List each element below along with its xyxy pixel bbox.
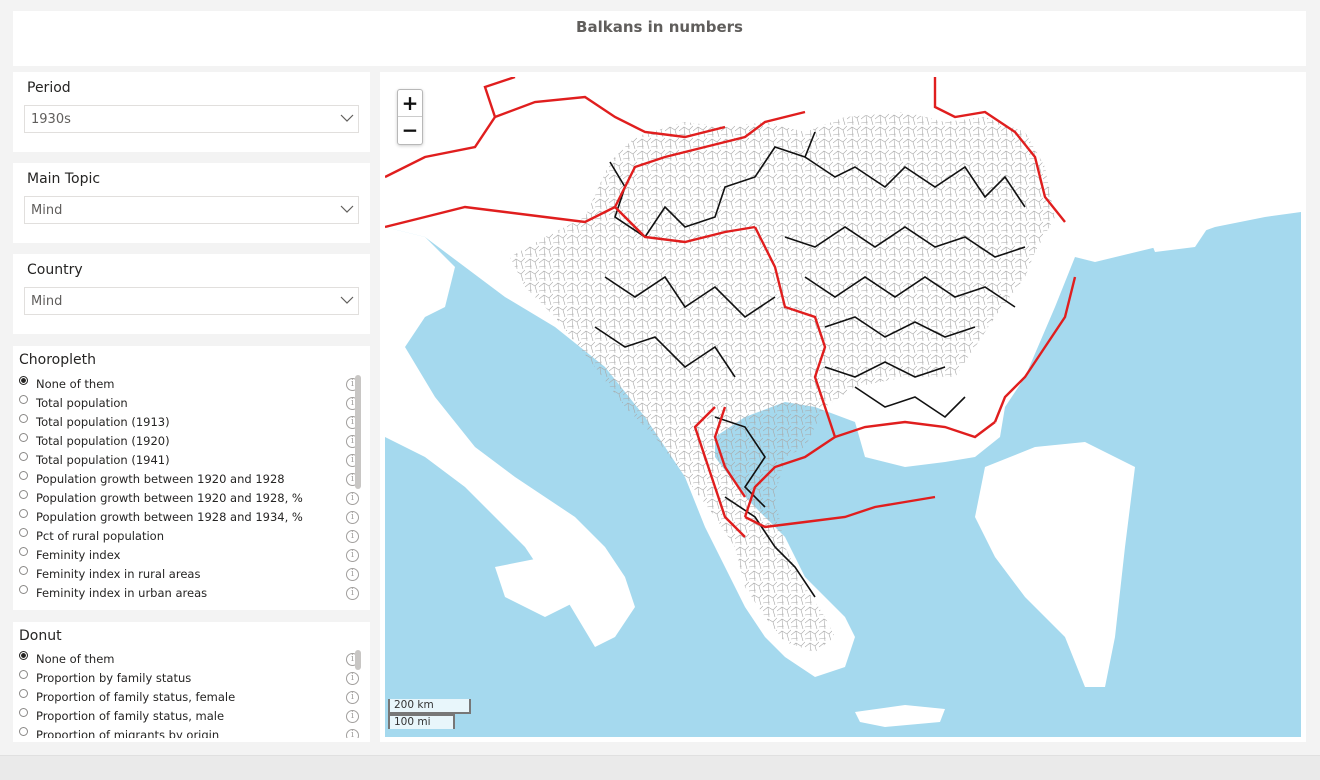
choropleth-option-label: Feminity index in rural areas: [36, 566, 201, 581]
donut-option[interactable]: Proportion of migrants by origin i: [19, 725, 370, 738]
radio-button-icon[interactable]: [19, 689, 28, 698]
period-label: Period: [27, 80, 71, 96]
country-value: Mind: [31, 294, 63, 309]
scale-mi: 100 mi: [388, 714, 455, 729]
choropleth-option-label: Feminity index in urban areas: [36, 585, 208, 600]
info-icon[interactable]: i: [346, 672, 359, 685]
radio-button-icon[interactable]: [19, 414, 28, 423]
choropleth-option-label: Population growth between 1920 and 1928,…: [36, 490, 303, 505]
radio-button-icon[interactable]: [19, 670, 28, 679]
choropleth-option-label: Total population: [36, 395, 128, 410]
info-icon[interactable]: i: [346, 549, 359, 562]
map-visual: + − 200 km 100 mi: [380, 72, 1306, 742]
choropleth-option[interactable]: Population growth between 1920 and 1928,…: [19, 488, 370, 507]
choropleth-option-label: Pct of rural population: [36, 528, 164, 543]
radio-button-icon[interactable]: [19, 651, 28, 660]
choropleth-option-label: Total population (1941): [36, 452, 170, 467]
choropleth-option[interactable]: Population growth between 1920 and 1928 i: [19, 469, 370, 488]
radio-button-icon[interactable]: [19, 395, 28, 404]
choropleth-option-label: Total population (1913): [36, 414, 170, 429]
choropleth-option-label: Total population (1920): [36, 433, 170, 448]
map-scale: 200 km 100 mi: [388, 699, 471, 729]
period-value: 1930s: [31, 112, 71, 127]
choropleth-option-label: None of them: [36, 376, 115, 391]
info-icon[interactable]: i: [346, 492, 359, 505]
donut-scrollbar[interactable]: [355, 650, 361, 670]
radio-button-icon[interactable]: [19, 547, 28, 556]
choropleth-option[interactable]: Total population (1913) i: [19, 412, 370, 431]
choropleth-option[interactable]: Feminity index in rural areas i: [19, 564, 370, 583]
country-label: Country: [27, 262, 83, 278]
choropleth-scrollbar[interactable]: [355, 375, 361, 489]
zoom-in-button[interactable]: +: [398, 90, 422, 117]
main-topic-dropdown[interactable]: Mind: [24, 196, 359, 224]
radio-button-icon[interactable]: [19, 708, 28, 717]
radio-button-icon[interactable]: [19, 452, 28, 461]
country-dropdown[interactable]: Mind: [24, 287, 359, 315]
zoom-control: + −: [397, 89, 423, 145]
radio-button-icon[interactable]: [19, 509, 28, 518]
donut-option-label: None of them: [36, 651, 115, 666]
scale-km: 200 km: [388, 699, 471, 714]
choropleth-options: None of them i Total population i Total popu…: [19, 374, 370, 604]
info-icon[interactable]: i: [346, 511, 359, 524]
radio-button-icon[interactable]: [19, 490, 28, 499]
donut-option-label: Proportion of family status, male: [36, 708, 225, 723]
main-topic-value: Mind: [31, 203, 63, 218]
donut-option[interactable]: Proportion of family status, male i: [19, 706, 370, 725]
chevron-down-icon: [340, 114, 354, 122]
choropleth-option[interactable]: Feminity index i: [19, 545, 370, 564]
choropleth-option[interactable]: Total population (1920) i: [19, 431, 370, 450]
donut-heading: Donut: [19, 628, 62, 644]
donut-slicer: Donut None of them i Proportion by family …: [13, 622, 370, 742]
donut-option[interactable]: Proportion of family status, female i: [19, 687, 370, 706]
choropleth-option-label: Feminity index: [36, 547, 121, 562]
choropleth-option[interactable]: Total population i: [19, 393, 370, 412]
report-header: Balkans in numbers: [13, 11, 1306, 66]
choropleth-option[interactable]: Pct of rural population i: [19, 526, 370, 545]
radio-button-icon[interactable]: [19, 727, 28, 736]
period-dropdown[interactable]: 1930s: [24, 105, 359, 133]
page-footer: [0, 755, 1320, 780]
info-icon[interactable]: i: [346, 729, 359, 738]
main-topic-label: Main Topic: [27, 171, 101, 187]
radio-button-icon[interactable]: [19, 433, 28, 442]
radio-button-icon[interactable]: [19, 566, 28, 575]
choropleth-option[interactable]: Total population (1941) i: [19, 450, 370, 469]
donut-options: None of them i Proportion by family status…: [19, 649, 370, 738]
donut-option-label: Proportion of family status, female: [36, 689, 236, 704]
choropleth-heading: Choropleth: [19, 352, 96, 368]
choropleth-option-label: Population growth between 1920 and 1928: [36, 471, 285, 486]
chevron-down-icon: [340, 296, 354, 304]
donut-option-label: Proportion by family status: [36, 670, 192, 685]
choropleth-option[interactable]: Feminity index in urban areas i: [19, 583, 370, 602]
chevron-down-icon: [340, 205, 354, 213]
info-icon[interactable]: i: [346, 568, 359, 581]
zoom-out-button[interactable]: −: [398, 117, 422, 144]
donut-option-label: Proportion of migrants by origin: [36, 727, 220, 739]
country-slicer: Country Mind: [13, 254, 370, 334]
info-icon[interactable]: i: [346, 587, 359, 600]
map-canvas[interactable]: [385, 77, 1301, 737]
main-topic-slicer: Main Topic Mind: [13, 163, 370, 243]
radio-button-icon[interactable]: [19, 376, 28, 385]
radio-button-icon[interactable]: [19, 528, 28, 537]
info-icon[interactable]: i: [346, 530, 359, 543]
donut-option[interactable]: Proportion by family status i: [19, 668, 370, 687]
choropleth-option[interactable]: Population growth between 1928 and 1934,…: [19, 507, 370, 526]
choropleth-slicer: Choropleth None of them i Total population…: [13, 346, 370, 610]
radio-button-icon[interactable]: [19, 585, 28, 594]
info-icon[interactable]: i: [346, 710, 359, 723]
radio-button-icon[interactable]: [19, 471, 28, 480]
choropleth-map[interactable]: + − 200 km 100 mi: [385, 77, 1301, 737]
report-title: Balkans in numbers: [576, 18, 743, 36]
period-slicer: Period 1930s: [13, 72, 370, 152]
choropleth-option-label: Population growth between 1928 and 1934,…: [36, 509, 303, 524]
choropleth-option[interactable]: None of them i: [19, 374, 370, 393]
info-icon[interactable]: i: [346, 691, 359, 704]
donut-option[interactable]: None of them i: [19, 649, 370, 668]
